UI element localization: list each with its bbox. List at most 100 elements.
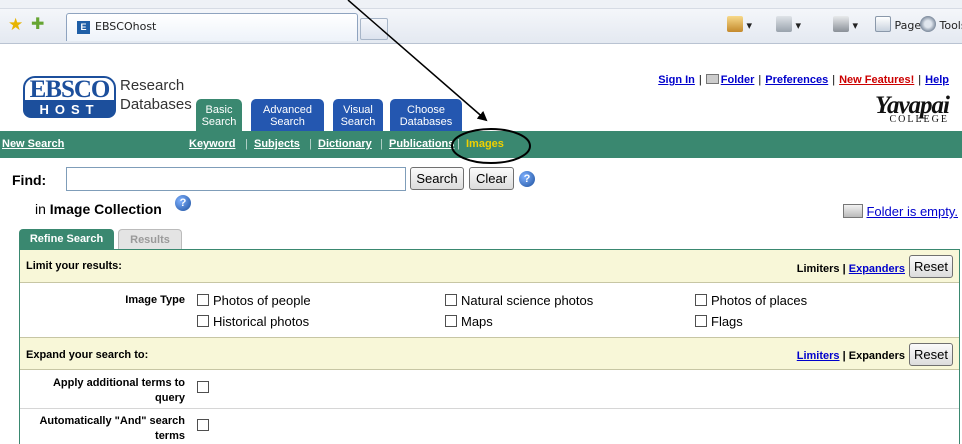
favorites-star-icon[interactable]: ★ <box>8 16 23 34</box>
find-label: Find: <box>12 172 47 188</box>
option-label: Maps <box>461 314 493 329</box>
tab-advanced-search-line2: Search <box>270 116 305 128</box>
collection-help-icon[interactable]: ? <box>175 195 191 211</box>
new-search-link[interactable]: New Search <box>2 138 64 150</box>
logo-host-text: HOST <box>23 102 116 118</box>
window-top-strip <box>0 0 962 9</box>
option-label: Photos of places <box>711 293 808 308</box>
checkbox[interactable] <box>197 294 209 306</box>
gear-icon <box>920 16 936 32</box>
tab-refine-search[interactable]: Refine Search <box>19 229 114 249</box>
maps-option[interactable]: Maps <box>445 314 493 329</box>
folder-icon <box>705 74 719 84</box>
limiters-link[interactable]: Limiters <box>797 350 840 362</box>
top-links: Sign In | Folder | Preferences | New Features!… <box>658 74 949 86</box>
tab-visual-search-line2: Search <box>340 116 376 128</box>
checkbox[interactable] <box>695 315 707 327</box>
natural-science-photos-option[interactable]: Natural science photos <box>445 293 593 308</box>
publications-link[interactable]: Publications <box>389 138 454 150</box>
option-label: Historical photos <box>213 314 310 329</box>
dictionary-link[interactable]: Dictionary <box>318 138 372 150</box>
logo-ebsco-text: EBSCO <box>23 76 116 102</box>
college-logo-sub: COLLEGE <box>889 114 949 125</box>
research-databases-text: Research Databases <box>120 76 192 114</box>
help-link[interactable]: Help <box>925 74 949 86</box>
folder-empty-link[interactable]: Folder is empty. <box>866 204 958 219</box>
tab-advanced-search-line1: Advanced <box>263 104 312 116</box>
sign-in-link[interactable]: Sign In <box>658 74 695 86</box>
checkbox[interactable] <box>197 315 209 327</box>
flags-option[interactable]: Flags <box>695 314 743 329</box>
tab-basic-search[interactable]: Basic Search <box>196 99 242 131</box>
logo-line2: Databases <box>120 96 192 113</box>
photos-of-people-option[interactable]: Photos of people <box>197 293 311 308</box>
ebsco-header: EBSCO HOST Research Databases Basic Sear… <box>0 44 962 131</box>
refine-panel: Limit your results: Limiters | Expanders… <box>19 249 960 444</box>
tab-basic-search-line2: Search <box>201 116 237 128</box>
feeds-button[interactable]: ▾ <box>776 16 801 36</box>
print-icon <box>833 16 849 32</box>
add-favorite-icon[interactable]: ✚ <box>31 16 44 34</box>
tab-advanced-search[interactable]: Advanced Search <box>251 99 324 131</box>
print-button[interactable]: ▾ <box>833 16 858 36</box>
new-tab-button[interactable] <box>360 18 388 40</box>
image-type-label: Image Type <box>125 294 185 306</box>
and-search-terms-checkbox[interactable] <box>197 419 209 431</box>
tools-menu-button[interactable]: Tools <box>920 16 962 36</box>
limit-results-band: Limit your results: Limiters | Expanders… <box>20 250 959 283</box>
and-search-terms-label: Automatically "And" search terms <box>39 415 185 442</box>
additional-terms-checkbox[interactable] <box>197 381 209 393</box>
additional-terms-label: Apply additional terms to query <box>52 377 185 404</box>
search-button[interactable]: Search <box>410 167 464 190</box>
ebsco-favicon-icon: E <box>77 21 90 34</box>
tab-basic-search-line1: Basic <box>205 104 233 116</box>
keyword-link[interactable]: Keyword <box>189 138 235 150</box>
browser-tab-title: EBSCOhost <box>95 20 157 33</box>
find-input[interactable] <box>66 167 406 191</box>
images-link[interactable]: Images <box>466 138 504 150</box>
option-label: Natural science photos <box>461 293 594 308</box>
limit-reset-button[interactable]: Reset <box>909 255 953 278</box>
tab-results[interactable]: Results <box>118 229 182 249</box>
help-icon[interactable]: ? <box>519 171 535 187</box>
folder-icon <box>843 204 864 218</box>
folder-status[interactable]: Folder is empty. <box>843 204 958 219</box>
expand-reset-button[interactable]: Reset <box>909 343 953 366</box>
tab-choose-databases-line2: Databases <box>399 116 453 128</box>
logo-line1: Research <box>120 77 185 94</box>
new-features-link[interactable]: New Features! <box>839 74 914 86</box>
expanders-label: Expanders <box>848 350 905 362</box>
tab-choose-databases[interactable]: Choose Databases <box>390 99 462 131</box>
home-icon <box>727 16 743 32</box>
feeds-icon <box>776 16 792 32</box>
checkbox[interactable] <box>695 294 707 306</box>
expanders-link[interactable]: Expanders <box>849 263 905 275</box>
checkbox[interactable] <box>445 294 457 306</box>
option-label: Flags <box>711 314 743 329</box>
checkbox[interactable] <box>445 315 457 327</box>
clear-button[interactable]: Clear <box>469 167 514 190</box>
limit-results-title: Limit your results: <box>26 260 122 272</box>
collection-prefix: in <box>35 201 46 217</box>
collection-name: Image Collection <box>49 201 162 217</box>
expand-links: Limiters | Expanders <box>796 350 905 362</box>
page-menu-label: Page <box>894 19 922 32</box>
browser-tab[interactable]: E EBSCOhost <box>66 13 358 41</box>
option-label: Photos of people <box>213 293 311 308</box>
page-icon <box>875 16 891 32</box>
tools-menu-label: Tools <box>939 19 962 32</box>
browser-chrome: ★ ✚ E EBSCOhost ▾ ▾ ▾ Page ▾ Tools <box>0 0 962 44</box>
preferences-link[interactable]: Preferences <box>765 74 828 86</box>
row-divider <box>20 408 959 409</box>
sub-navigation: New Search Keyword | Subjects | Dictiona… <box>0 131 962 158</box>
home-button[interactable]: ▾ <box>727 16 752 36</box>
ebsco-logo[interactable]: EBSCO HOST <box>23 76 116 118</box>
collection-line: in Image Collection <box>35 201 162 217</box>
photos-of-places-option[interactable]: Photos of places <box>695 293 807 308</box>
limit-links: Limiters | Expanders <box>796 263 905 275</box>
limiters-label: Limiters <box>796 263 840 275</box>
folder-link[interactable]: Folder <box>721 74 755 86</box>
subjects-link[interactable]: Subjects <box>254 138 300 150</box>
tab-visual-search[interactable]: Visual Search <box>333 99 383 131</box>
historical-photos-option[interactable]: Historical photos <box>197 314 309 329</box>
